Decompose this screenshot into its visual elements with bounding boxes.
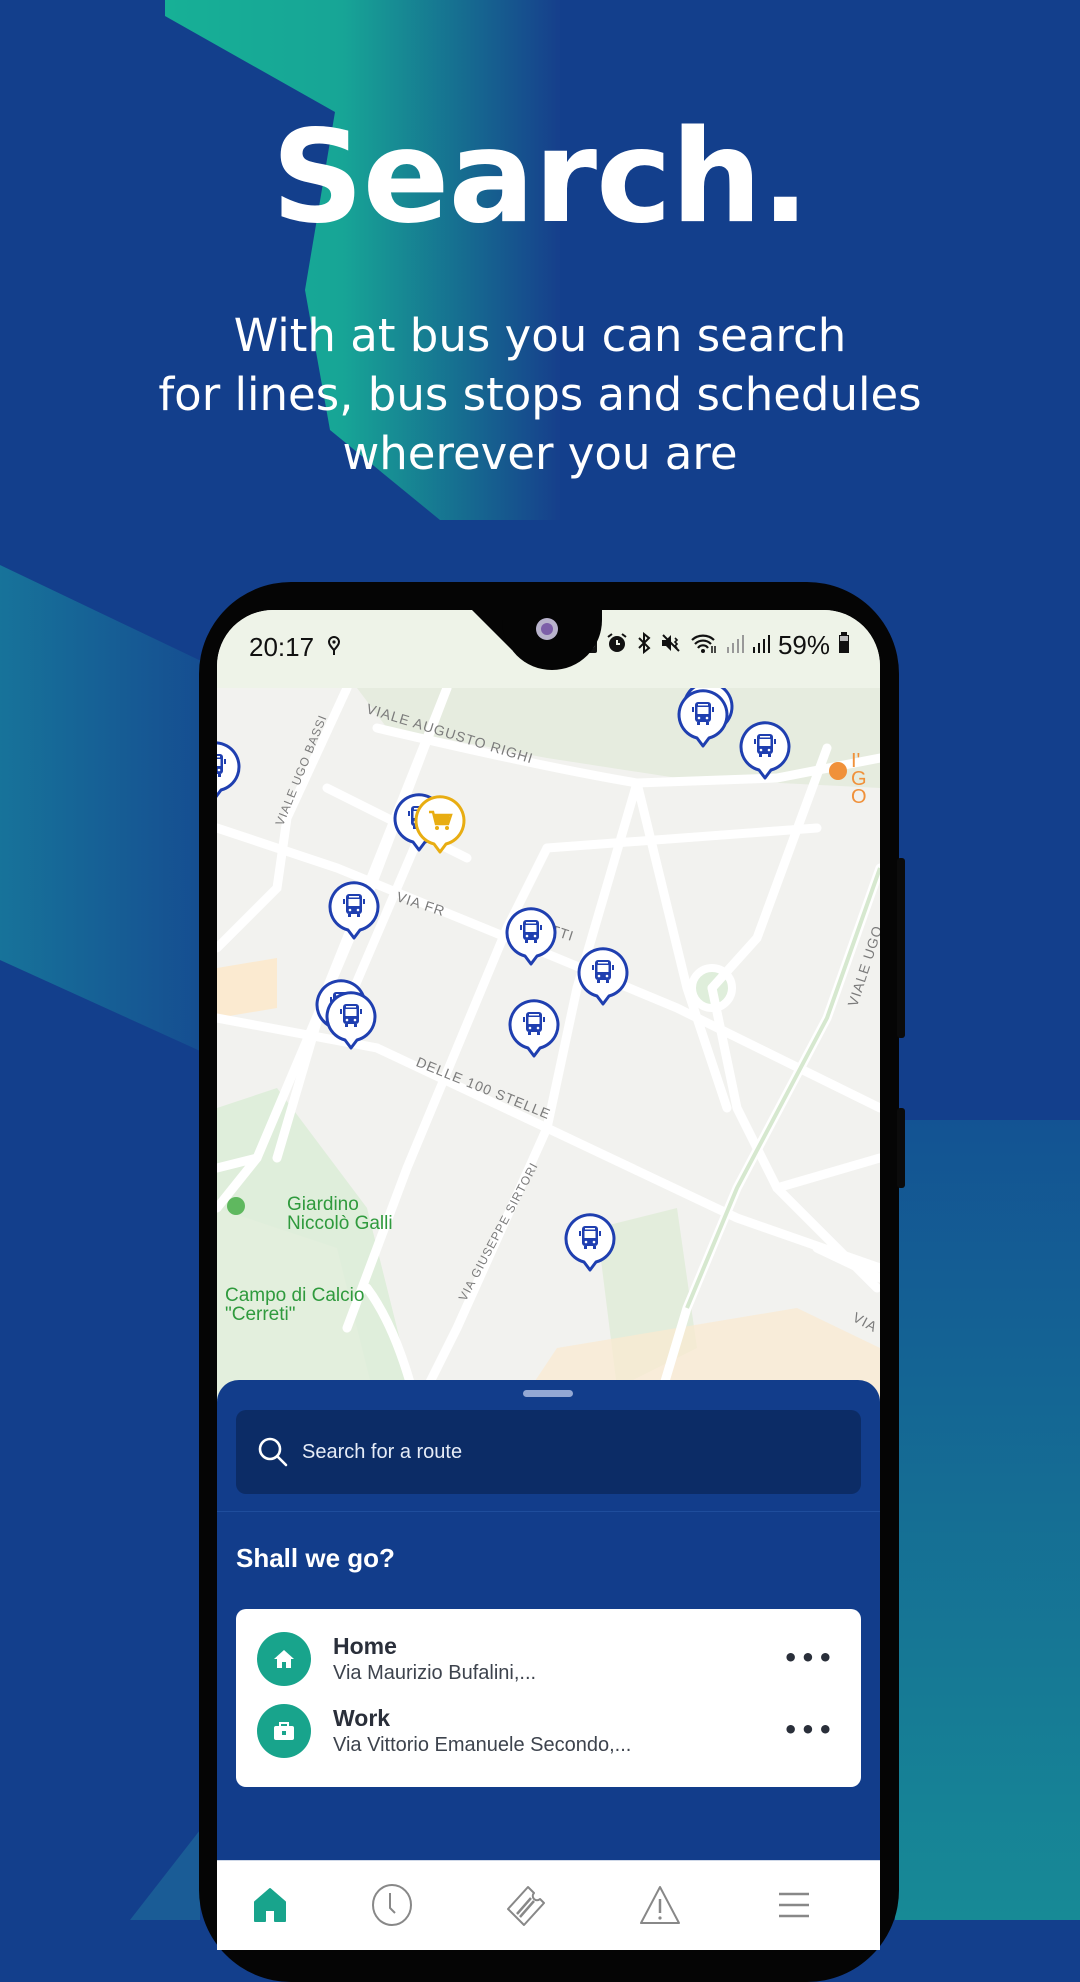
favorite-name: Work — [333, 1705, 391, 1731]
bottom-sheet: Search for a route Shall we go? Home Via… — [217, 1380, 880, 1860]
promo-subtitle: With at bus you can search for lines, bu… — [0, 306, 1080, 483]
restaurant-icon — [829, 762, 847, 780]
bus-stop-marker[interactable] — [562, 1210, 618, 1276]
section-title: Shall we go? — [236, 1543, 395, 1573]
promo-title: Search. — [271, 103, 809, 252]
briefcase-icon — [257, 1704, 311, 1758]
promo-subtitle-line: With at bus you can search — [233, 309, 847, 362]
more-options-button[interactable]: ••• — [783, 1718, 835, 1742]
bus-stop-marker[interactable] — [675, 686, 731, 752]
status-time: 20:17 — [249, 632, 315, 662]
divider — [217, 1511, 880, 1512]
favorite-item-home[interactable]: Home Via Maurizio Bufalini,... ••• — [236, 1623, 861, 1695]
battery-percentage: 59% — [777, 630, 830, 660]
phone-side-button — [897, 858, 905, 1038]
poi-label-restaurant[interactable]: I' G O — [851, 751, 880, 807]
nav-alerts[interactable] — [630, 1875, 690, 1935]
promo-subtitle-line: for lines, bus stops and schedules — [158, 368, 922, 421]
ticket-icon — [507, 1886, 545, 1926]
battery-icon — [838, 630, 850, 661]
poi-label-football-field[interactable]: Campo di Calcio "Cerreti" — [225, 1286, 364, 1324]
poi-label-park[interactable]: Giardino Niccolò Galli — [227, 1195, 393, 1233]
sheet-drag-handle[interactable] — [523, 1390, 573, 1397]
nav-home[interactable] — [240, 1875, 300, 1935]
favorite-item-work[interactable]: Work Via Vittorio Emanuele Secondo,... •… — [236, 1695, 861, 1767]
alarm-icon — [606, 630, 628, 661]
signal-icon — [726, 630, 744, 661]
front-camera — [536, 618, 558, 640]
vibrate-icon — [660, 630, 682, 661]
route-search-field[interactable]: Search for a route — [236, 1410, 861, 1494]
bus-stop-marker[interactable] — [575, 944, 631, 1010]
bus-stop-marker[interactable] — [506, 996, 562, 1062]
favorites-card: Home Via Maurizio Bufalini,... ••• Work … — [236, 1609, 861, 1787]
home-icon — [254, 1888, 286, 1922]
signal-icon — [752, 630, 770, 661]
location-pin-icon — [327, 635, 341, 660]
bus-stop-marker[interactable] — [326, 878, 382, 944]
favorite-address: Via Vittorio Emanuele Secondo,... — [333, 1734, 632, 1756]
bottom-navigation — [217, 1860, 880, 1950]
nav-timetables[interactable] — [362, 1875, 422, 1935]
favorite-address: Via Maurizio Bufalini,... — [333, 1662, 537, 1684]
favorite-name: Home — [333, 1633, 397, 1659]
status-icons: 59% — [584, 630, 850, 661]
bluetooth-icon — [636, 630, 652, 661]
warning-icon — [640, 1886, 680, 1924]
bus-stop-marker[interactable] — [323, 988, 379, 1054]
clock-icon — [372, 1884, 412, 1926]
bus-stop-marker[interactable] — [737, 718, 793, 784]
phone-side-button — [897, 1108, 905, 1188]
bus-stop-marker[interactable] — [217, 738, 243, 804]
phone-screen: 20:17 59% VIALE AUGUSTO RIGHI VIALE UGO … — [217, 610, 880, 1950]
more-options-button[interactable]: ••• — [783, 1646, 835, 1670]
wifi-icon — [690, 630, 718, 661]
search-placeholder: Search for a route — [302, 1440, 463, 1463]
search-icon — [258, 1437, 288, 1467]
map-view[interactable]: VIALE AUGUSTO RIGHI VIALE UGO BASSI VIA … — [217, 681, 880, 1413]
shop-marker[interactable] — [412, 792, 468, 858]
home-icon — [257, 1632, 311, 1686]
bus-stop-marker[interactable] — [503, 904, 559, 970]
nav-tickets[interactable] — [496, 1875, 556, 1935]
nav-menu[interactable] — [764, 1875, 824, 1935]
menu-icon — [779, 1892, 809, 1918]
park-icon — [227, 1197, 245, 1215]
promo-subtitle-line: wherever you are — [342, 427, 738, 480]
